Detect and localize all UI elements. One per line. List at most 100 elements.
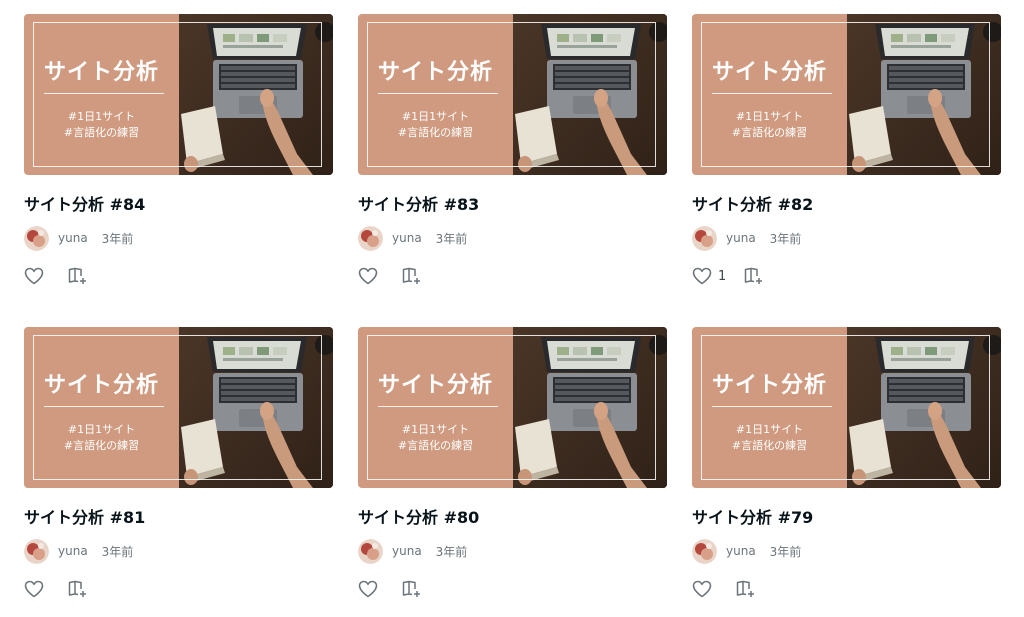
thumbnail-photo xyxy=(179,327,333,488)
add-to-magazine-button[interactable] xyxy=(402,580,422,598)
laptop-photo-image xyxy=(179,14,333,175)
thumbnail-tag: #1日1サイト xyxy=(735,110,804,123)
thumbnail-tag: #1日1サイト xyxy=(67,110,136,123)
thumbnail-panel xyxy=(692,14,847,175)
thumbnail-tag: #1日1サイト xyxy=(401,110,470,123)
like-button[interactable] xyxy=(692,580,718,598)
thumbnail-title: サイト分析 xyxy=(377,60,493,85)
note-card[interactable]: サイト分析 #1日1サイト #言語化の練習 サイト分析 #79 yuna 3年前 xyxy=(692,327,1001,598)
note-thumbnail[interactable]: サイト分析 #1日1サイト #言語化の練習 xyxy=(24,327,333,488)
author-name[interactable]: yuna xyxy=(392,544,422,558)
like-button[interactable]: 1 xyxy=(692,267,726,285)
author-name[interactable]: yuna xyxy=(58,544,88,558)
author-info[interactable]: yuna 3年前 xyxy=(692,538,801,564)
thumbnail-tag: #言語化の練習 xyxy=(731,439,808,452)
magazine-add-icon xyxy=(736,580,754,597)
thumbnail-photo xyxy=(513,14,667,175)
thumbnail-tag: #言語化の練習 xyxy=(63,439,140,452)
avatar[interactable] xyxy=(692,538,717,564)
note-actions xyxy=(24,578,88,600)
magazine-add-icon xyxy=(68,580,86,597)
note-actions xyxy=(358,265,422,287)
heart-icon xyxy=(692,580,712,598)
magazine-add-icon xyxy=(402,580,420,597)
laptop-photo-image xyxy=(847,327,1001,488)
thumbnail-tag: #言語化の練習 xyxy=(63,126,140,139)
note-title[interactable]: サイト分析 #81 xyxy=(24,504,145,528)
note-card[interactable]: サイト分析 #1日1サイト #言語化の練習 サイト分析 #82 yuna 3年前 xyxy=(692,14,1001,285)
laptop-photo-image xyxy=(847,14,1001,175)
like-button[interactable] xyxy=(24,580,50,598)
note-card[interactable]: サイト分析 #1日1サイト #言語化の練習 サイト分析 #80 yuna 3年前 xyxy=(358,327,667,598)
post-time: 3年前 xyxy=(435,231,468,246)
thumbnail-photo xyxy=(513,327,667,488)
note-actions xyxy=(358,578,422,600)
author-info[interactable]: yuna 3年前 xyxy=(358,225,467,251)
note-thumbnail[interactable]: サイト分析 #1日1サイト #言語化の練習 xyxy=(358,327,667,488)
like-button[interactable] xyxy=(358,580,384,598)
note-title[interactable]: サイト分析 #80 xyxy=(358,504,479,528)
add-to-magazine-button[interactable] xyxy=(736,580,756,598)
thumbnail-photo xyxy=(847,14,1001,175)
thumbnail-photo xyxy=(847,327,1001,488)
author-info[interactable]: yuna 3年前 xyxy=(358,538,467,564)
note-title[interactable]: サイト分析 #84 xyxy=(24,191,145,215)
add-to-magazine-button[interactable] xyxy=(68,580,88,598)
note-card[interactable]: サイト分析 #1日1サイト #言語化の練習 サイト分析 #83 yuna 3年前 xyxy=(358,14,667,285)
like-button[interactable] xyxy=(24,267,50,285)
laptop-photo-image xyxy=(179,327,333,488)
like-button[interactable] xyxy=(358,267,384,285)
thumbnail-title: サイト分析 xyxy=(43,60,159,85)
thumbnail-panel xyxy=(358,327,513,488)
author-info[interactable]: yuna 3年前 xyxy=(24,225,133,251)
note-thumbnail[interactable]: サイト分析 #1日1サイト #言語化の練習 xyxy=(692,14,1001,175)
note-thumbnail[interactable]: サイト分析 #1日1サイト #言語化の練習 xyxy=(358,14,667,175)
author-name[interactable]: yuna xyxy=(726,544,756,558)
author-name[interactable]: yuna xyxy=(726,231,756,245)
author-name[interactable]: yuna xyxy=(392,231,422,245)
magazine-add-icon xyxy=(402,267,420,284)
thumbnail-tag: #言語化の練習 xyxy=(731,126,808,139)
avatar[interactable] xyxy=(24,225,49,251)
note-title[interactable]: サイト分析 #79 xyxy=(692,504,813,528)
note-thumbnail[interactable]: サイト分析 #1日1サイト #言語化の練習 xyxy=(24,14,333,175)
thumbnail-panel xyxy=(24,327,179,488)
note-title[interactable]: サイト分析 #82 xyxy=(692,191,813,215)
heart-icon xyxy=(358,267,378,285)
heart-icon xyxy=(24,267,44,285)
avatar[interactable] xyxy=(358,538,383,564)
add-to-magazine-button[interactable] xyxy=(68,267,88,285)
thumbnail-title: サイト分析 xyxy=(711,60,827,85)
thumbnail-divider xyxy=(378,93,498,94)
thumbnail-title: サイト分析 xyxy=(711,373,827,398)
thumbnail-photo xyxy=(179,14,333,175)
post-time: 3年前 xyxy=(101,544,134,559)
note-actions xyxy=(24,265,88,287)
note-thumbnail[interactable]: サイト分析 #1日1サイト #言語化の練習 xyxy=(692,327,1001,488)
avatar[interactable] xyxy=(692,225,717,251)
thumbnail-tag: #言語化の練習 xyxy=(397,126,474,139)
author-info[interactable]: yuna 3年前 xyxy=(692,225,801,251)
post-time: 3年前 xyxy=(769,231,802,246)
note-title[interactable]: サイト分析 #83 xyxy=(358,191,479,215)
thumbnail-divider xyxy=(378,406,498,407)
note-card[interactable]: サイト分析 #1日1サイト #言語化の練習 サイト分析 #84 yuna 3年前 xyxy=(24,14,333,285)
post-time: 3年前 xyxy=(435,544,468,559)
thumbnail-tag: #1日1サイト xyxy=(735,423,804,436)
laptop-photo-image xyxy=(513,14,667,175)
add-to-magazine-button[interactable] xyxy=(744,267,764,285)
add-to-magazine-button[interactable] xyxy=(402,267,422,285)
post-time: 3年前 xyxy=(769,544,802,559)
heart-icon xyxy=(24,580,44,598)
thumbnail-divider xyxy=(44,93,164,94)
thumbnail-divider xyxy=(712,406,832,407)
note-actions xyxy=(692,578,756,600)
author-info[interactable]: yuna 3年前 xyxy=(24,538,133,564)
thumbnail-tag: #1日1サイト xyxy=(67,423,136,436)
heart-icon xyxy=(358,580,378,598)
author-name[interactable]: yuna xyxy=(58,231,88,245)
note-card[interactable]: サイト分析 #1日1サイト #言語化の練習 サイト分析 #81 yuna 3年前 xyxy=(24,327,333,598)
avatar[interactable] xyxy=(24,538,49,564)
magazine-add-icon xyxy=(68,267,86,284)
avatar[interactable] xyxy=(358,225,383,251)
